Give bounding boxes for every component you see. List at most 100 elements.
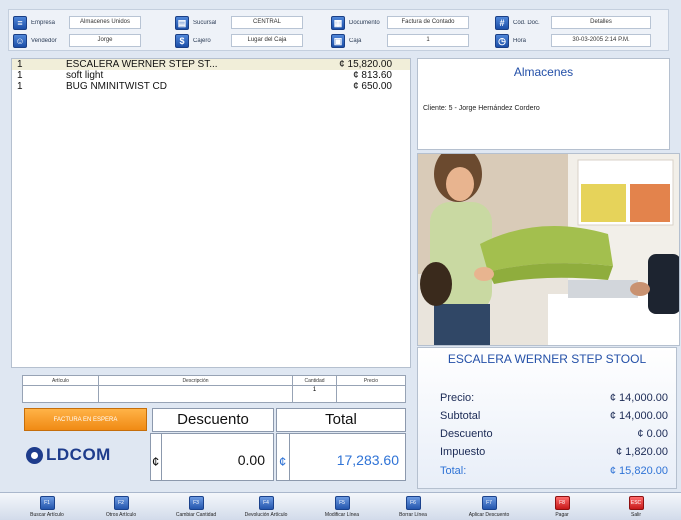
building-icon[interactable]: ▤ <box>175 15 189 30</box>
company-label: Empresa <box>31 19 56 26</box>
cashier-value[interactable]: Lugar del Caja <box>231 34 303 47</box>
register-field[interactable]: ▣ Caja 1 <box>331 32 469 49</box>
toolbar-label: Salir <box>630 512 641 518</box>
pagar-button[interactable]: F8 Pagar <box>532 496 592 518</box>
price-label: Precio: <box>440 392 475 404</box>
items-list[interactable]: 1 ESCALERA WERNER STEP ST... ¢ 15,820.00… <box>11 58 411 368</box>
f3-key-icon: F3 <box>188 496 204 510</box>
otros-articulo-button[interactable]: F2 Otros Artículo <box>91 496 151 518</box>
subtotal-label: Subtotal <box>440 410 481 422</box>
company-field[interactable]: ≡ Empresa Almacenes Unidos <box>13 14 141 31</box>
discount-input[interactable]: ¢ 0.00 <box>150 433 274 481</box>
f4-key-icon: F4 <box>258 496 274 510</box>
factura-button-label: FACTURA EN ESPERA <box>53 416 118 423</box>
item-qty: 1 <box>17 81 23 92</box>
item-price: ¢ 15,820.00 <box>339 59 392 70</box>
company-value[interactable]: Almacenes Unidos <box>69 16 141 29</box>
list-icon[interactable]: ≡ <box>13 15 27 30</box>
seller-label: Vendedor <box>31 37 57 44</box>
total-display: ¢ 17,283.60 <box>276 433 406 481</box>
f1-key-icon: F1 <box>39 496 55 510</box>
register-icon[interactable]: ▣ <box>331 33 345 48</box>
logo-text: LDCOM <box>46 445 111 464</box>
f6-key-icon: F6 <box>405 496 421 510</box>
time-value[interactable]: 30-03-2005 2:14 P.M. <box>551 34 651 47</box>
clock-icon[interactable]: ◷ <box>495 33 509 48</box>
doc-code-value[interactable]: Detalles <box>551 16 651 29</box>
discount-currency: ¢ <box>152 454 160 469</box>
discount-row-label: Descuento <box>440 428 493 440</box>
modificar-linea-button[interactable]: F5 Modificar Línea <box>312 496 372 518</box>
client-label: Cliente: 5 - Jorge Hernández Cordero <box>423 105 540 112</box>
item-description: soft light <box>66 70 104 81</box>
promo-photo <box>417 153 680 346</box>
subtotal-row: Subtotal ¢ 14,000.00 <box>440 410 672 422</box>
cashier-field[interactable]: $ Cajero Lugar del Caja <box>175 32 303 49</box>
devolucion-articulo-button[interactable]: F4 Devolución Artículo <box>236 496 296 518</box>
tax-value: ¢ 1,820.00 <box>616 446 668 458</box>
salir-button[interactable]: ESC Salir <box>606 496 666 518</box>
total-row-label: Total: <box>440 465 467 477</box>
register-label: Caja <box>349 37 362 44</box>
toolbar-label: Pagar <box>555 512 569 518</box>
document-label: Documento <box>349 19 380 26</box>
total-currency: ¢ <box>279 454 287 469</box>
item-entry-table[interactable]: Artículo Descripción Cantidad Precio 1 <box>22 375 406 403</box>
total-title-box: Total <box>276 408 406 432</box>
seller-field[interactable]: ☺ Vendedor Jorge <box>13 32 141 49</box>
item-description: ESCALERA WERNER STEP ST... <box>66 59 218 70</box>
quantity-input[interactable]: 1 <box>293 386 337 402</box>
pos-window: ≡ Empresa Almacenes Unidos ▤ Sucursal CE… <box>0 0 681 520</box>
discount-row-value: ¢ 0.00 <box>637 428 668 440</box>
toolbar-label: Aplicar Descuento <box>468 512 510 518</box>
register-value[interactable]: 1 <box>387 34 469 47</box>
doc-code-field[interactable]: # Cód. Doc. Detalles <box>495 14 651 31</box>
toolbar-label: Modificar Línea <box>324 512 360 518</box>
branch-field[interactable]: ▤ Sucursal CENTRAL <box>175 14 303 31</box>
code-icon[interactable]: # <box>495 15 509 30</box>
document-value[interactable]: Factura de Contado <box>387 16 469 29</box>
ldcom-logo: LDCOM <box>26 440 146 470</box>
article-input[interactable] <box>23 386 99 402</box>
f5-key-icon: F5 <box>334 496 350 510</box>
list-item[interactable]: 1 soft light ¢ 813.60 <box>12 70 410 81</box>
item-qty: 1 <box>17 59 23 70</box>
toolbar-label: Otros Artículo <box>105 512 137 518</box>
list-item[interactable]: 1 BUG NMINITWIST CD ¢ 650.00 <box>12 81 410 92</box>
col-article: Artículo <box>23 376 99 386</box>
tax-label: Impuesto <box>440 446 486 458</box>
document-field[interactable]: ▦ Documento Factura de Contado <box>331 14 469 31</box>
branch-value[interactable]: CENTRAL <box>231 16 303 29</box>
user-icon[interactable]: ☺ <box>13 33 27 48</box>
time-field[interactable]: ◷ Hora 30-03-2005 2:14 P.M. <box>495 32 651 49</box>
seller-value[interactable]: Jorge <box>69 34 141 47</box>
col-price: Precio <box>337 376 405 386</box>
col-description: Descripción <box>99 376 293 386</box>
price-value: ¢ 14,000.00 <box>609 392 668 404</box>
discount-amount: 0.00 <box>237 452 265 468</box>
promo-photo-illustration <box>418 154 679 345</box>
cambiar-cantidad-button[interactable]: F3 Cambiar Cantidad <box>166 496 226 518</box>
doc-code-label: Cód. Doc. <box>513 19 540 26</box>
list-item[interactable]: 1 ESCALERA WERNER STEP ST... ¢ 15,820.00 <box>12 59 410 70</box>
product-name: ESCALERA WERNER STEP STOOL <box>447 352 647 366</box>
price-input[interactable] <box>337 386 405 402</box>
item-description: BUG NMINITWIST CD <box>66 81 167 92</box>
buscar-articulo-button[interactable]: F1 Buscar Artículo <box>17 496 77 518</box>
ldcom-logo-icon <box>26 446 43 464</box>
price-row: Precio: ¢ 14,000.00 <box>440 392 672 404</box>
description-input[interactable] <box>99 386 293 402</box>
item-qty: 1 <box>17 70 23 81</box>
factura-en-espera-button[interactable]: FACTURA EN ESPERA <box>24 408 147 431</box>
document-icon[interactable]: ▦ <box>331 15 345 30</box>
branch-label: Sucursal <box>193 19 217 26</box>
cashier-icon[interactable]: $ <box>175 33 189 48</box>
total-row: Total: ¢ 15,820.00 <box>440 465 672 477</box>
aplicar-descuento-button[interactable]: F7 Aplicar Descuento <box>459 496 519 518</box>
item-price: ¢ 650.00 <box>353 81 392 92</box>
toolbar-label: Cambiar Cantidad <box>175 512 217 518</box>
borrar-linea-button[interactable]: F6 Borrar Línea <box>383 496 443 518</box>
toolbar-label: Buscar Artículo <box>30 512 64 518</box>
subtotal-value: ¢ 14,000.00 <box>609 410 668 422</box>
toolbar-label: Borrar Línea <box>399 512 427 518</box>
